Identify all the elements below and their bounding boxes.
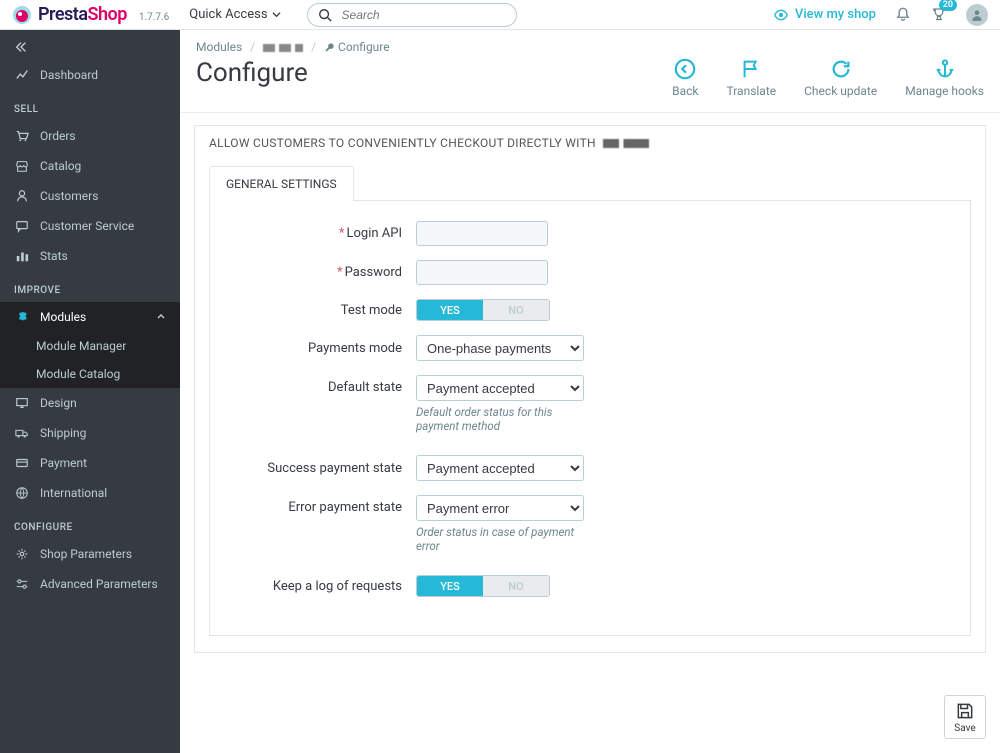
card-icon: [14, 456, 30, 470]
sidebar: Dashboard SELL Orders Catalog Customers …: [0, 30, 180, 753]
trending-icon: [14, 68, 30, 82]
test-mode-label: Test mode: [226, 303, 416, 318]
sidebar-item-stats[interactable]: Stats: [0, 241, 180, 271]
manage-hooks-button[interactable]: Manage hooks: [905, 58, 984, 98]
eye-icon: [773, 7, 789, 23]
cart-icon: [14, 129, 30, 143]
gear-icon: [14, 547, 30, 561]
payments-mode-select[interactable]: One-phase payments: [416, 335, 584, 361]
brand-logo[interactable]: PrestaShop 1.7.7.6: [12, 4, 169, 25]
sidebar-item-payment[interactable]: Payment: [0, 448, 180, 478]
switch-no[interactable]: NO: [483, 300, 549, 320]
tab-general-settings[interactable]: GENERAL SETTINGS: [209, 166, 354, 201]
breadcrumb-modules[interactable]: Modules: [196, 40, 242, 54]
store-icon: [14, 159, 30, 173]
puzzle-icon: [14, 310, 30, 324]
sidebar-sub-module-manager[interactable]: Module Manager: [0, 332, 180, 360]
search-box[interactable]: [307, 3, 517, 27]
breadcrumb-module-logo: [263, 44, 303, 52]
search-icon: [318, 8, 332, 22]
sidebar-item-advanced-parameters[interactable]: Advanced Parameters: [0, 569, 180, 599]
panel-heading: ALLOW CUSTOMERS TO CONVENIENTLY CHECKOUT…: [195, 126, 985, 158]
user-icon: [970, 8, 984, 22]
flag-icon: [740, 58, 762, 80]
chevron-down-icon: [272, 10, 281, 19]
view-shop-link[interactable]: View my shop: [773, 7, 876, 23]
default-state-select[interactable]: Payment accepted: [416, 375, 584, 401]
sidebar-section-sell: SELL: [0, 90, 180, 121]
brand-text: PrestaShop: [38, 4, 127, 25]
password-label: *Password: [226, 265, 416, 280]
arrow-left-circle-icon: [674, 58, 696, 80]
default-state-label: Default state: [226, 375, 416, 395]
wrench-icon: [324, 42, 335, 53]
user-avatar[interactable]: [966, 4, 988, 26]
floppy-icon: [955, 701, 975, 721]
sidebar-section-improve: IMPROVE: [0, 271, 180, 302]
sidebar-item-catalog[interactable]: Catalog: [0, 151, 180, 181]
success-state-label: Success payment state: [226, 461, 416, 476]
provider-logo: [603, 139, 649, 148]
keep-log-switch[interactable]: YES NO: [416, 575, 550, 597]
sidebar-item-design[interactable]: Design: [0, 388, 180, 418]
version: 1.7.7.6: [139, 12, 169, 23]
sidebar-item-customer-service[interactable]: Customer Service: [0, 211, 180, 241]
debug-icon[interactable]: 20: [930, 6, 948, 24]
default-state-help: Default order status for this payment me…: [416, 405, 584, 433]
sidebar-item-shipping[interactable]: Shipping: [0, 418, 180, 448]
switch-yes[interactable]: YES: [417, 300, 483, 320]
success-state-select[interactable]: Payment accepted: [416, 455, 584, 481]
chevron-double-left-icon: [14, 40, 28, 54]
breadcrumb: Modules / / Configure: [180, 30, 1000, 58]
general-settings-form: *Login API *Password Test mode: [209, 200, 971, 636]
error-state-select[interactable]: Payment error: [416, 495, 584, 521]
sidebar-section-configure: CONFIGURE: [0, 508, 180, 539]
error-state-help: Order status in case of payment error: [416, 525, 584, 553]
save-button[interactable]: Save: [944, 695, 986, 739]
sidebar-item-dashboard[interactable]: Dashboard: [0, 60, 180, 90]
bell-icon: [894, 6, 912, 24]
globe-icon: [14, 486, 30, 500]
sidebar-collapse-toggle[interactable]: [0, 30, 180, 60]
keep-log-label: Keep a log of requests: [226, 579, 416, 594]
page-title: Configure: [196, 58, 308, 88]
notification-badge: 20: [939, 0, 957, 11]
check-update-button[interactable]: Check update: [804, 58, 877, 98]
login-api-input[interactable]: [416, 221, 548, 246]
config-panel: ALLOW CUSTOMERS TO CONVENIENTLY CHECKOUT…: [194, 125, 986, 653]
breadcrumb-configure: Configure: [338, 40, 390, 54]
anchor-icon: [934, 58, 956, 80]
sidebar-item-modules[interactable]: Modules: [0, 302, 180, 332]
desktop-icon: [14, 396, 30, 410]
sidebar-sub-module-catalog[interactable]: Module Catalog: [0, 360, 180, 388]
bars-icon: [14, 249, 30, 263]
refresh-icon: [830, 58, 852, 80]
sidebar-item-international[interactable]: International: [0, 478, 180, 508]
back-button[interactable]: Back: [672, 58, 698, 98]
login-api-label: *Login API: [226, 226, 416, 241]
chevron-up-icon: [156, 312, 166, 322]
test-mode-switch[interactable]: YES NO: [416, 299, 550, 321]
error-state-label: Error payment state: [226, 495, 416, 515]
prestashop-icon: [12, 5, 32, 25]
sliders-icon: [14, 577, 30, 591]
switch-yes[interactable]: YES: [417, 576, 483, 596]
person-icon: [14, 189, 30, 203]
switch-no[interactable]: NO: [483, 576, 549, 596]
top-header: PrestaShop 1.7.7.6 Quick Access View my …: [0, 0, 1000, 30]
search-input[interactable]: [342, 8, 506, 22]
notifications-bell[interactable]: [894, 6, 912, 24]
translate-button[interactable]: Translate: [726, 58, 776, 98]
sidebar-item-shop-parameters[interactable]: Shop Parameters: [0, 539, 180, 569]
chat-icon: [14, 219, 30, 233]
sidebar-item-orders[interactable]: Orders: [0, 121, 180, 151]
sidebar-item-customers[interactable]: Customers: [0, 181, 180, 211]
quick-access-menu[interactable]: Quick Access: [189, 7, 280, 22]
payments-mode-label: Payments mode: [226, 341, 416, 356]
truck-icon: [14, 426, 30, 440]
password-input[interactable]: [416, 260, 548, 285]
